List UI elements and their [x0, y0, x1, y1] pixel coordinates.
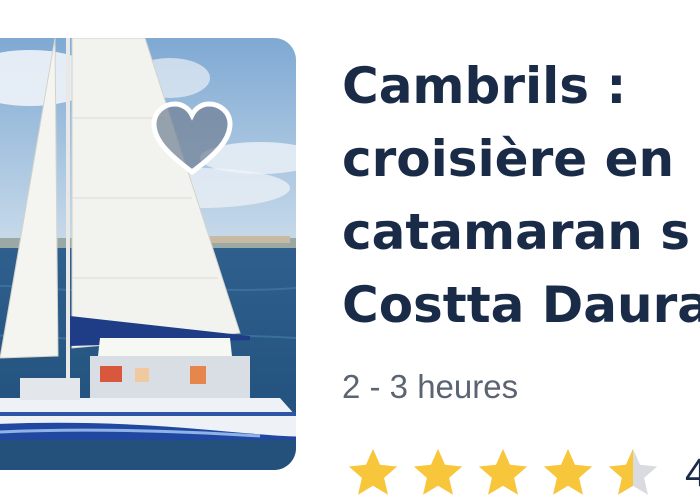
star-icon: [413, 448, 463, 495]
heart-icon: [151, 101, 233, 176]
half-star-icon: [608, 448, 658, 495]
activity-photo[interactable]: [0, 38, 296, 470]
star-icon: [478, 448, 528, 495]
title-line: croisière en: [342, 130, 675, 188]
rating-value: 4: [685, 451, 700, 495]
activity-card[interactable]: Cambrils : croisière en catamaran s Cost…: [0, 0, 700, 500]
title-line: Costta Daura: [342, 276, 700, 334]
duration-text: 2 - 3 heures: [342, 368, 519, 405]
rating-stars: 4: [344, 444, 700, 500]
title-line: catamaran s: [342, 203, 691, 261]
favorite-button[interactable]: [148, 100, 236, 180]
activity-title[interactable]: Cambrils : croisière en catamaran s Cost…: [342, 50, 700, 342]
star-icon: [543, 448, 593, 495]
title-line: Cambrils :: [342, 57, 627, 115]
star-icon: [348, 448, 398, 495]
